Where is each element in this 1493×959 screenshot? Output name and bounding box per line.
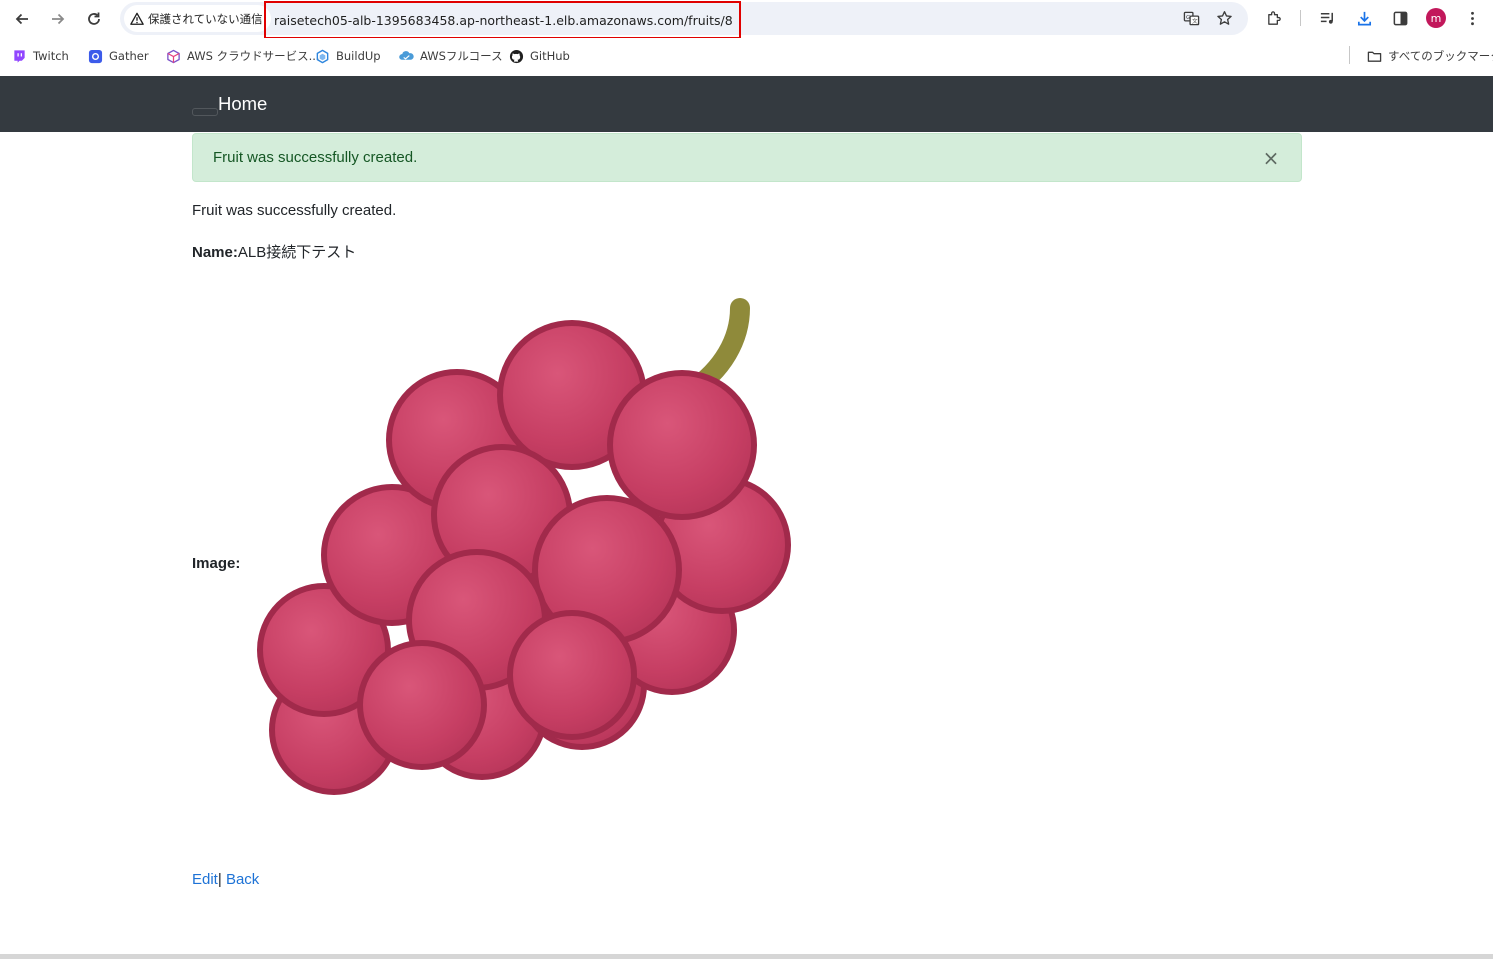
bookmark-gather[interactable]: Gather (88, 46, 149, 66)
download-icon[interactable] (1354, 8, 1374, 28)
twitch-icon (12, 49, 27, 64)
security-label: 保護されていない通信 (148, 11, 263, 26)
translate-icon[interactable]: G文 (1181, 8, 1201, 28)
navbar-toggler[interactable] (192, 108, 218, 116)
profile-avatar[interactable]: m (1426, 8, 1446, 28)
bookmark-label: Twitch (33, 49, 69, 63)
close-icon[interactable]: × (1261, 148, 1281, 168)
aws-cube-icon (166, 49, 181, 64)
toolbar-divider (1300, 10, 1301, 26)
bookmark-aws-cloud[interactable]: AWS クラウドサービス... (166, 46, 320, 66)
grape-image (257, 298, 791, 795)
gather-icon (88, 49, 103, 64)
aws-course-icon (399, 49, 414, 64)
browser-toolbar: 保護されていない通信 raisetech05-alb-1395683458.ap… (0, 0, 1493, 39)
bookmark-github[interactable]: GitHub (509, 46, 570, 66)
back-link[interactable]: Back (226, 871, 259, 888)
fruit-name-value: ALB接続下テスト (237, 244, 357, 261)
bookmark-label: GitHub (530, 49, 570, 63)
bookmarks-bar: Twitch Gather AWS クラウドサービス... BuildUp AW… (0, 38, 1493, 74)
bookmark-label: BuildUp (336, 49, 381, 63)
bookmark-twitch[interactable]: Twitch (12, 46, 69, 66)
fruit-name-row: Name:ALB接続下テスト (192, 241, 356, 262)
extensions-icon[interactable] (1264, 8, 1284, 28)
menu-kebab-icon[interactable] (1462, 8, 1482, 28)
side-panel-icon[interactable] (1390, 8, 1410, 28)
notice-text: Fruit was successfully created. (192, 202, 397, 219)
folder-icon (1367, 49, 1382, 64)
all-bookmarks-label: すべてのブックマーク (1388, 49, 1493, 63)
image-label: Image: (192, 555, 241, 572)
all-bookmarks-folder[interactable]: すべてのブックマーク (1367, 46, 1493, 66)
bookmark-label: Gather (109, 49, 149, 63)
bookmarks-divider (1349, 46, 1350, 64)
github-icon (509, 49, 524, 64)
bookmark-buildup[interactable]: BuildUp (315, 46, 381, 66)
bookmark-label: AWS クラウドサービス... (187, 49, 320, 63)
alert-message: Fruit was successfully created. (213, 149, 418, 166)
bookmark-label: AWSフルコース (420, 49, 503, 63)
reload-icon[interactable] (81, 6, 107, 32)
bookmark-aws-course[interactable]: AWSフルコース (399, 46, 503, 66)
link-separator: | (217, 871, 222, 888)
warning-icon (130, 12, 144, 25)
action-links: Edit| Back (192, 871, 259, 888)
security-chip[interactable]: 保護されていない通信 (124, 5, 271, 32)
media-control-icon[interactable] (1317, 8, 1337, 28)
star-bookmark-icon[interactable] (1214, 8, 1234, 28)
navbar-brand-home[interactable]: Home (218, 93, 267, 115)
name-label: Name: (192, 244, 238, 261)
forward-arrow-icon[interactable] (45, 6, 71, 32)
window-bottom-edge (0, 954, 1493, 959)
back-arrow-icon[interactable] (9, 6, 35, 32)
edit-link[interactable]: Edit (192, 871, 218, 888)
url-text[interactable]: raisetech05-alb-1395683458.ap-northeast-… (264, 1, 741, 39)
svg-text:G: G (1186, 14, 1190, 20)
svg-text:文: 文 (1191, 17, 1197, 25)
success-alert: Fruit was successfully created. × (192, 133, 1302, 182)
buildup-icon (315, 49, 330, 64)
